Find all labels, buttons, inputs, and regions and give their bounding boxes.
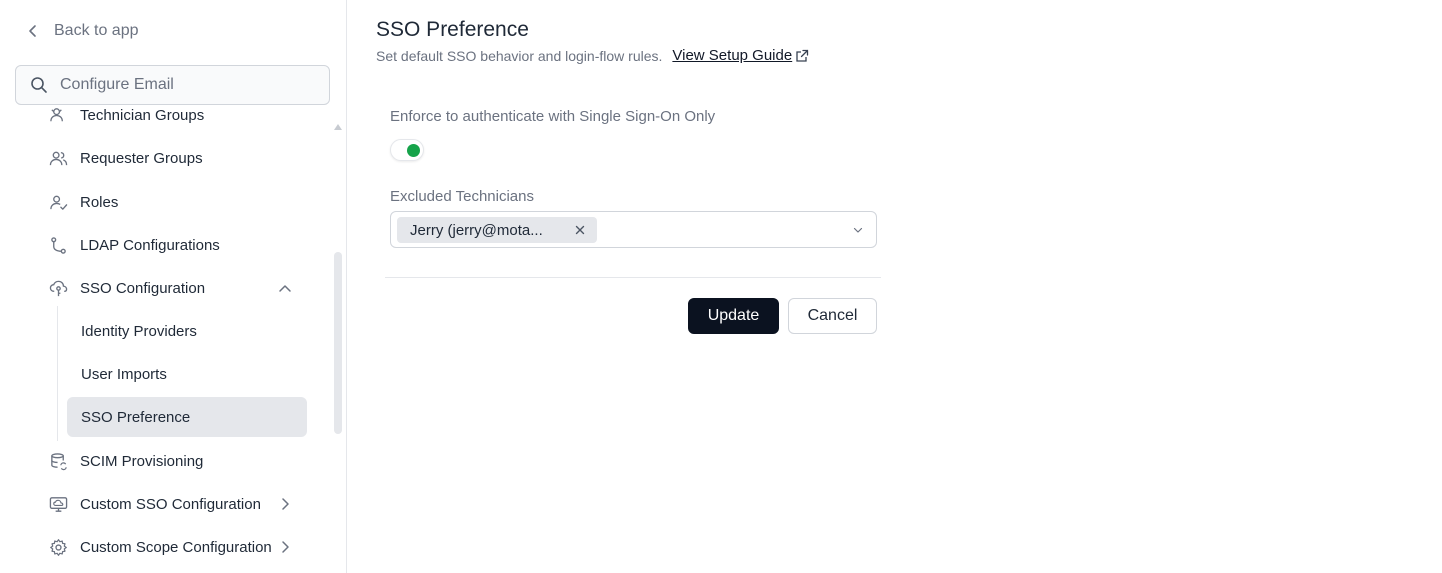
submenu-guide-line	[57, 306, 58, 441]
sidebar-item-label: Custom SSO Configuration	[80, 495, 261, 513]
sidebar-item-ldap-configurations[interactable]: LDAP Configurations	[48, 233, 220, 257]
external-link-icon	[796, 49, 809, 62]
sidebar-item-custom-sso-configuration[interactable]: Custom SSO Configuration	[48, 492, 261, 516]
search-input[interactable]	[60, 76, 300, 94]
sidebar-item-requester-groups[interactable]: Requester Groups	[48, 146, 203, 170]
sidebar-nav: Technician Groups Requester Groups Roles…	[0, 106, 346, 573]
page-description: Set default SSO behavior and login-flow …	[376, 47, 809, 64]
sidebar-item-technician-groups[interactable]: Technician Groups	[48, 106, 204, 127]
remove-tag-icon[interactable]	[573, 223, 587, 237]
sidebar: Back to app Technician Groups Requester …	[0, 0, 347, 573]
sidebar-item-label: SSO Configuration	[80, 279, 206, 297]
sidebar-item-label: LDAP Configurations	[80, 236, 220, 254]
sidebar-subitem-label: SSO Preference	[81, 408, 191, 426]
search-box[interactable]	[15, 65, 330, 105]
cancel-button[interactable]: Cancel	[788, 298, 877, 334]
toggle-knob	[407, 144, 420, 157]
search-icon	[31, 77, 47, 93]
guide-link-label: View Setup Guide	[672, 47, 793, 64]
sidebar-item-roles[interactable]: Roles	[48, 190, 118, 214]
sidebar-item-label: SCIM Provisioning	[80, 452, 204, 470]
chevron-up-icon[interactable]	[277, 281, 293, 297]
sidebar-item-label: Requester Groups	[80, 149, 203, 167]
description-text: Set default SSO behavior and login-flow …	[376, 47, 663, 64]
sidebar-item-label: Custom Scope Configuration	[80, 538, 272, 556]
sidebar-item-sso-configuration[interactable]: SSO Configuration	[48, 276, 205, 300]
chevron-down-icon[interactable]	[852, 224, 864, 236]
chevron-left-icon	[29, 25, 36, 37]
monitor-cloud-icon	[48, 494, 68, 514]
sidebar-item-scim-provisioning[interactable]: SCIM Provisioning	[48, 449, 203, 473]
users-icon	[48, 148, 68, 168]
back-to-app-label: Back to app	[54, 22, 139, 39]
scrollbar-thumb[interactable]	[334, 252, 342, 434]
tag-label: Jerry (jerry@mota...	[410, 221, 543, 239]
cloud-key-icon	[48, 278, 68, 298]
users-gear-icon	[48, 106, 68, 125]
user-check-icon	[48, 192, 68, 212]
back-to-app-link[interactable]: Back to app	[26, 19, 139, 43]
sidebar-item-label: Technician Groups	[80, 106, 205, 124]
enforce-sso-toggle[interactable]	[390, 139, 424, 161]
sidebar-subitem-identity-providers[interactable]: Identity Providers	[67, 311, 307, 351]
chevron-right-icon[interactable]	[277, 539, 293, 555]
sidebar-item-custom-scope-configuration[interactable]: Custom Scope Configuration	[48, 535, 272, 559]
scrollbar-up-arrow[interactable]	[334, 124, 342, 130]
main-content: SSO Preference Set default SSO behavior …	[347, 0, 1442, 573]
excluded-technicians-label: Excluded Technicians	[390, 188, 534, 205]
sidebar-subitem-sso-preference[interactable]: SSO Preference	[67, 397, 307, 437]
excluded-technicians-select[interactable]: Jerry (jerry@mota...	[390, 211, 877, 248]
gear-icon	[48, 537, 68, 557]
git-branch-icon	[48, 235, 68, 255]
app-root: Back to app Technician Groups Requester …	[0, 0, 1442, 573]
database-sync-icon	[48, 451, 68, 471]
update-button[interactable]: Update	[688, 298, 779, 334]
chevron-right-icon[interactable]	[277, 496, 293, 512]
page-title: SSO Preference	[376, 18, 529, 41]
view-setup-guide-link[interactable]: View Setup Guide	[672, 47, 809, 64]
selected-technician-tag: Jerry (jerry@mota...	[397, 217, 597, 243]
enforce-sso-label: Enforce to authenticate with Single Sign…	[390, 108, 716, 125]
sidebar-subitem-label: User Imports	[81, 365, 167, 383]
form-divider	[385, 277, 881, 278]
sidebar-subitem-label: Identity Providers	[81, 322, 197, 340]
sidebar-item-label: Roles	[80, 193, 119, 211]
sidebar-subitem-user-imports[interactable]: User Imports	[67, 354, 307, 394]
